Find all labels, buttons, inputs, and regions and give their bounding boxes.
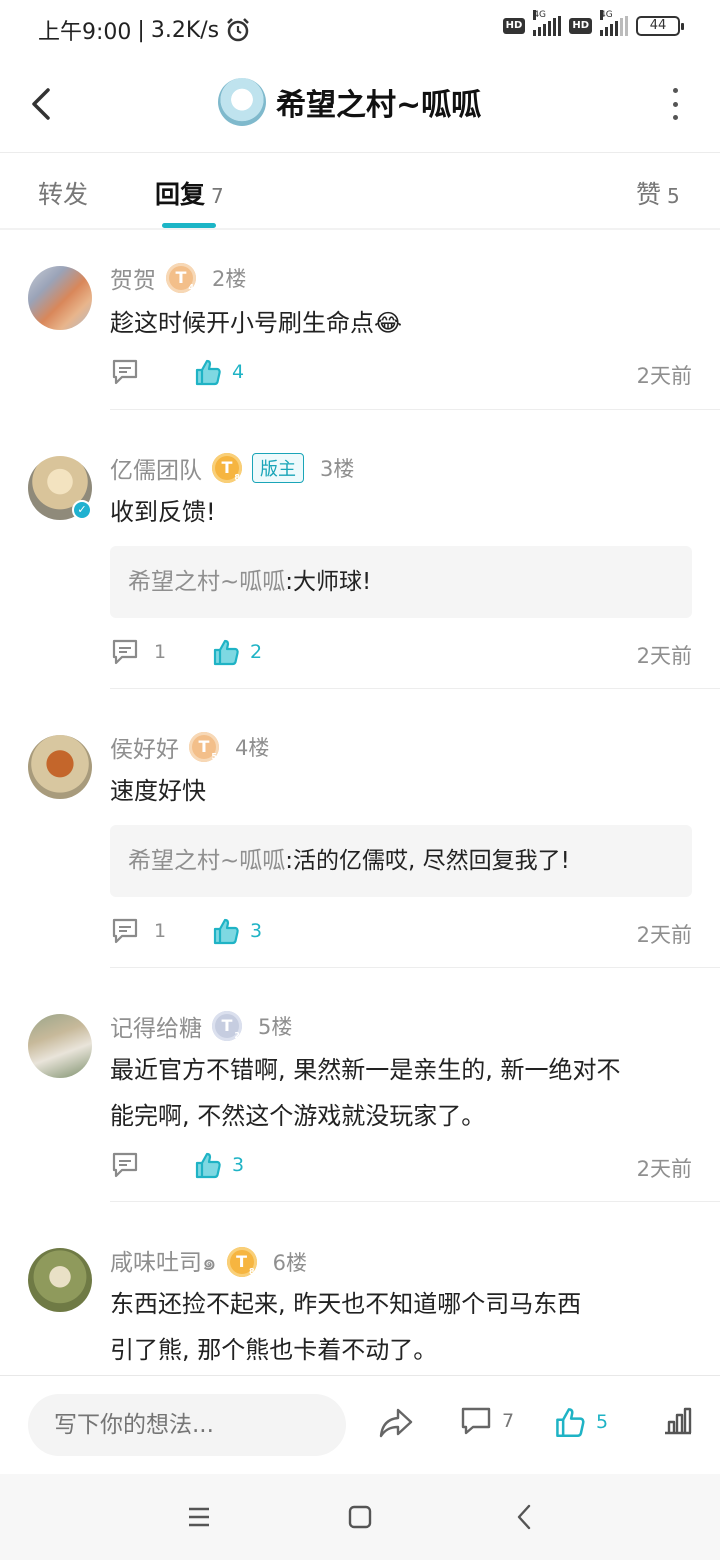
tab-repost[interactable]: 转发 xyxy=(38,175,94,211)
comment-text: 收到反馈! xyxy=(110,498,216,526)
bottom-action-bar: 7 5 xyxy=(0,1376,720,1474)
quoted-reply[interactable]: 希望之村~呱呱:活的亿儒哎, 尽然回复我了! xyxy=(110,825,692,897)
timestamp: 2天前 xyxy=(636,1157,692,1181)
back-button[interactable] xyxy=(28,84,56,124)
level-badge: T8 xyxy=(226,1247,257,1277)
comment-text: 速度好快 xyxy=(110,777,206,805)
hd-badge-2: HD xyxy=(569,18,592,34)
comment-text: 趁这时候开小号刷生命点😂 xyxy=(110,309,403,337)
back-nav-button[interactable] xyxy=(510,1502,540,1532)
reply-button[interactable]: 1 xyxy=(110,638,166,666)
status-speed: 3.2K/s xyxy=(150,17,220,43)
quote-author[interactable]: 希望之村~呱呱 xyxy=(128,569,285,595)
list-item: ✓ 亿儒团队 T8 版主 3楼 收到反馈! 希望之村~呱呱:大师球! 1 2 2… xyxy=(0,410,720,689)
avatar[interactable] xyxy=(28,1014,92,1078)
like-button[interactable]: 3 xyxy=(212,917,262,945)
home-button[interactable] xyxy=(345,1502,375,1532)
square-icon xyxy=(348,1505,372,1529)
author-name[interactable]: 贺贺 xyxy=(110,261,156,295)
chevron-left-icon xyxy=(32,88,50,120)
tab-bar: 转发 回复 7 赞5 xyxy=(0,153,720,229)
quote-author[interactable]: 希望之村~呱呱 xyxy=(128,848,285,874)
list-item: 咸味吐司๑ T8 6楼 东西还捡不起来, 昨天也不知道哪个司马东西 引了熊, 那… xyxy=(0,1202,720,1375)
author-name[interactable]: 记得给糖 xyxy=(110,1009,202,1043)
level-badge: T4 xyxy=(166,263,196,293)
comment-icon xyxy=(112,639,138,665)
timestamp: 2天前 xyxy=(636,923,692,947)
comment-icon xyxy=(112,359,138,385)
level-badge: T5 xyxy=(189,732,219,762)
signal-icon-2: 4G xyxy=(600,10,628,36)
author-name[interactable]: 侯好好 xyxy=(110,730,179,764)
comment-list[interactable]: 贺贺 T4 2楼 趁这时候开小号刷生命点😂 4 2天前 ✓ 亿儒团队 T8 版主… xyxy=(0,230,720,1375)
comments-button[interactable]: 7 xyxy=(460,1406,514,1436)
avatar[interactable] xyxy=(28,735,92,799)
thumbs-up-icon xyxy=(213,918,239,945)
more-options-button[interactable] xyxy=(670,88,680,120)
hd-badge: HD xyxy=(502,18,526,34)
avatar[interactable] xyxy=(28,1248,92,1312)
status-separator: | xyxy=(137,17,145,43)
tab-replies[interactable]: 回复 7 xyxy=(155,175,224,211)
author-name[interactable]: 亿儒团队 xyxy=(110,451,202,485)
status-bar: 上午9:00 | 3.2K/s HD 4G HD 4G 44 xyxy=(0,0,720,58)
reply-button[interactable] xyxy=(110,358,154,386)
comment-count: 7 xyxy=(502,1410,515,1432)
floor-label: 5楼 xyxy=(258,1015,293,1039)
comment-icon xyxy=(112,918,138,944)
thumbs-up-icon xyxy=(195,359,221,386)
dot-icon xyxy=(672,88,678,93)
like-button[interactable]: 4 xyxy=(194,358,244,386)
list-item: 贺贺 T4 2楼 趁这时候开小号刷生命点😂 4 2天前 xyxy=(0,230,720,410)
share-button[interactable] xyxy=(378,1406,414,1440)
floor-label: 3楼 xyxy=(320,457,355,481)
thumbs-up-icon xyxy=(556,1408,585,1437)
level-badge: T8 xyxy=(212,453,242,483)
comment-icon xyxy=(112,1152,138,1178)
title-block[interactable]: 希望之村~呱呱 xyxy=(218,78,481,126)
thumbs-up-icon xyxy=(213,639,239,666)
avatar[interactable] xyxy=(28,266,92,330)
list-item: 侯好好 T5 4楼 速度好快 希望之村~呱呱:活的亿儒哎, 尽然回复我了! 1 … xyxy=(0,689,720,968)
quoted-reply[interactable]: 希望之村~呱呱:大师球! xyxy=(110,546,692,618)
moderator-badge: 版主 xyxy=(252,453,304,483)
comment-icon xyxy=(461,1407,491,1435)
stats-button[interactable] xyxy=(662,1406,694,1436)
avatar[interactable] xyxy=(218,78,266,126)
like-button[interactable]: 2 xyxy=(212,638,262,666)
floor-label: 2楼 xyxy=(212,267,247,291)
verified-icon: ✓ xyxy=(72,500,92,520)
battery-icon: 44 xyxy=(636,16,684,36)
status-time: 上午9:00 xyxy=(38,20,132,45)
reply-button[interactable]: 1 xyxy=(110,917,166,945)
title-bar: 希望之村~呱呱 xyxy=(0,58,720,150)
comment-text: 最近官方不错啊, 果然新一是亲生的, 新一绝对不 能完啊, 不然这个游戏就没玩家… xyxy=(110,1056,621,1130)
bar-chart-icon xyxy=(665,1407,692,1435)
alarm-icon xyxy=(227,18,250,42)
timestamp: 2天前 xyxy=(636,644,692,668)
level-badge: T2 xyxy=(212,1011,242,1041)
signal-icon: 4G xyxy=(533,10,562,36)
chevron-left-icon xyxy=(517,1504,531,1530)
tab-likes[interactable]: 赞5 xyxy=(636,175,680,211)
list-item: 记得给糖 T2 5楼 最近官方不错啊, 果然新一是亲生的, 新一绝对不 能完啊,… xyxy=(0,968,720,1202)
like-button[interactable]: 5 xyxy=(554,1406,608,1438)
page-title: 希望之村~呱呱 xyxy=(276,88,482,123)
like-count: 5 xyxy=(596,1411,609,1433)
floor-label: 6楼 xyxy=(272,1251,307,1275)
menu-icon xyxy=(189,1507,209,1527)
comment-text: 东西还捡不起来, 昨天也不知道哪个司马东西 引了熊, 那个熊也卡着不动了。 xyxy=(110,1290,582,1364)
timestamp: 2天前 xyxy=(636,364,692,388)
thumbs-up-icon xyxy=(195,1152,221,1179)
quote-text: 活的亿儒哎, 尽然回复我了! xyxy=(293,848,570,874)
comment-input[interactable] xyxy=(28,1394,346,1456)
system-nav-bar xyxy=(0,1474,720,1560)
quote-text: 大师球! xyxy=(293,569,372,595)
floor-label: 4楼 xyxy=(235,736,270,760)
menu-button[interactable] xyxy=(184,1502,214,1532)
author-name[interactable]: 咸味吐司๑ xyxy=(110,1243,217,1281)
like-button[interactable]: 3 xyxy=(194,1151,244,1179)
reply-button[interactable] xyxy=(110,1151,154,1179)
share-icon xyxy=(379,1408,413,1438)
